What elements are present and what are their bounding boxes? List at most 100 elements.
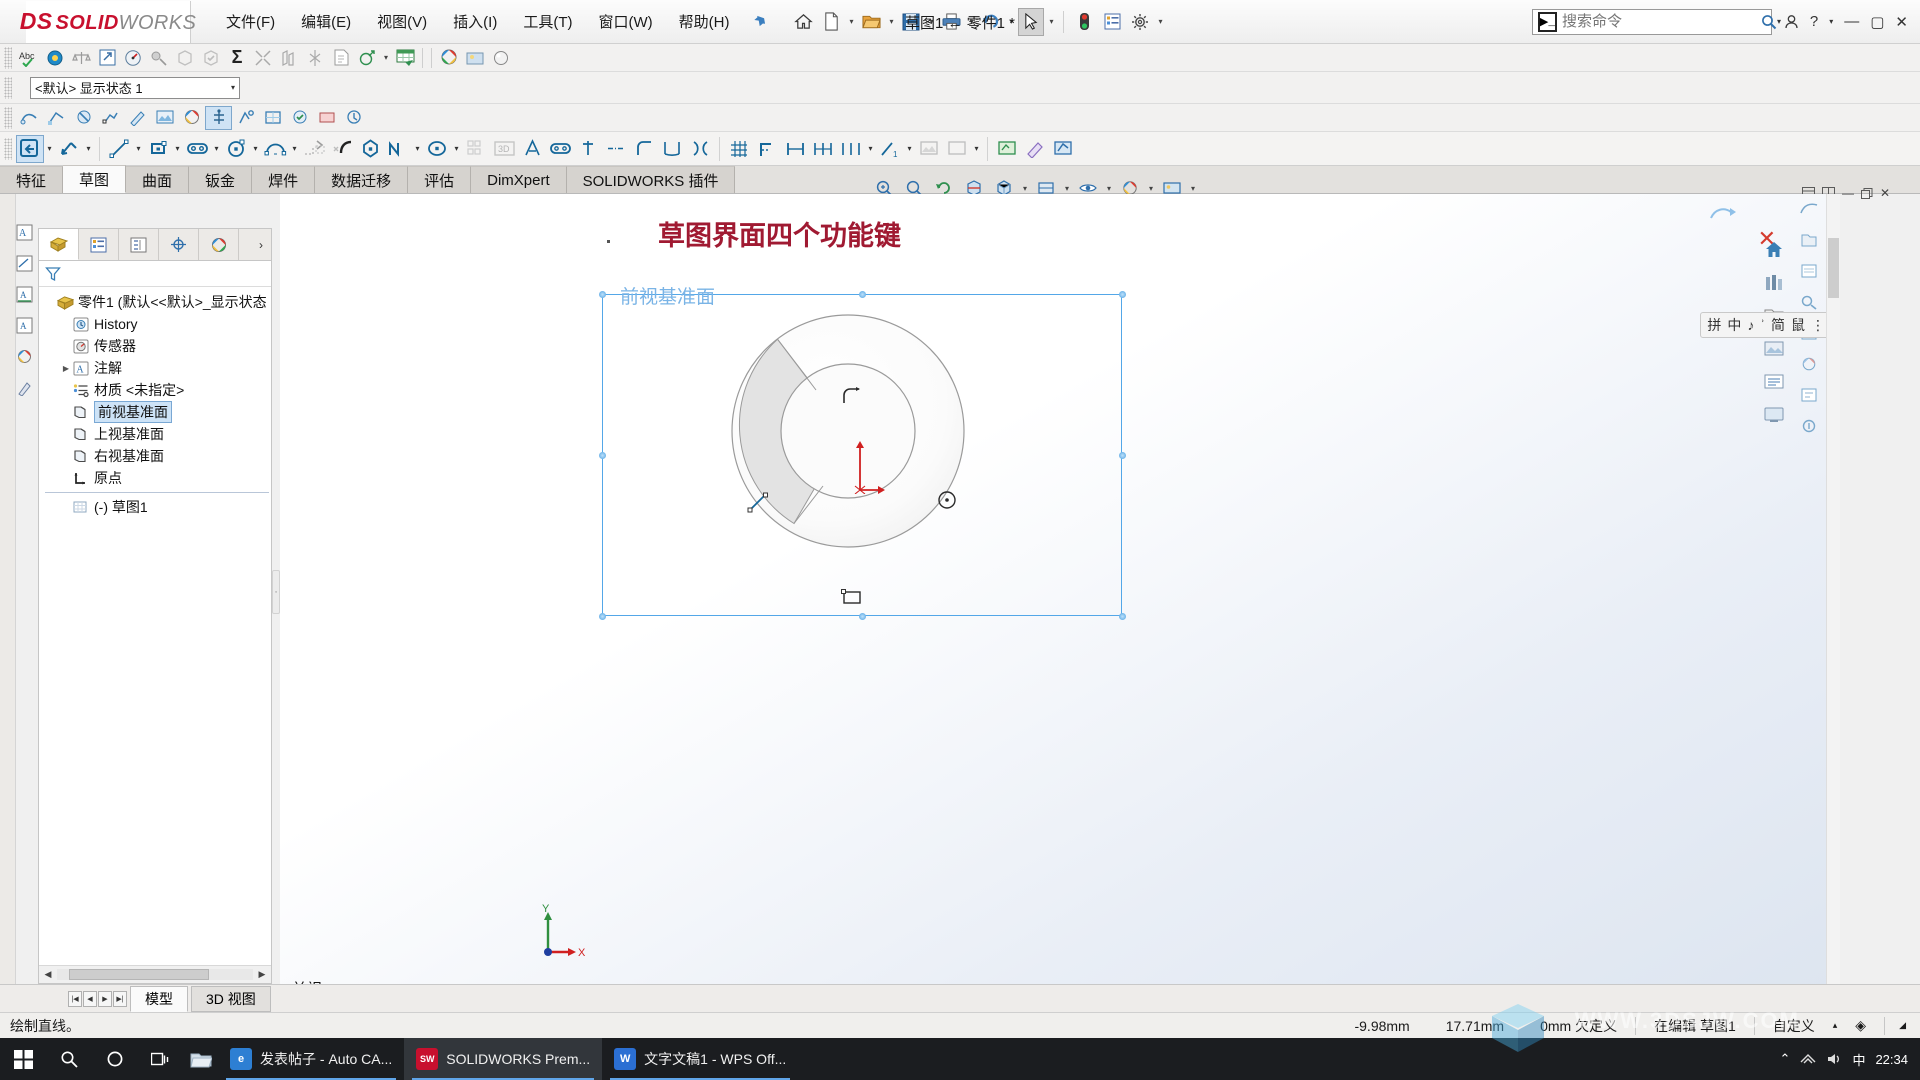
home-icon[interactable] xyxy=(790,8,816,36)
tab-features[interactable]: 特征 xyxy=(0,166,64,193)
pin-menu-icon[interactable] xyxy=(750,12,769,31)
undo-dropdown-icon[interactable]: ▾ xyxy=(1006,8,1016,36)
performance-evaluation-icon[interactable] xyxy=(354,46,380,70)
sketch-picture-tool-icon[interactable] xyxy=(915,135,943,163)
task-pane-search-icon[interactable] xyxy=(1798,291,1820,313)
tree-item-part[interactable]: 零件1 (默认<<默认>_显示状态 xyxy=(43,291,271,313)
first-tab-arrow[interactable]: |◀ xyxy=(68,990,82,1007)
repair-sketch-icon[interactable] xyxy=(837,135,865,163)
select-cursor-icon[interactable] xyxy=(1018,7,1045,36)
scene-icon[interactable] xyxy=(462,46,488,70)
save-dropdown-icon[interactable]: ▾ xyxy=(926,8,936,36)
spell-check-icon[interactable]: Abc xyxy=(16,46,42,70)
minimize-button[interactable]: — xyxy=(1840,11,1863,32)
convert-entities-icon[interactable] xyxy=(300,135,328,163)
text-strip-icon[interactable]: A xyxy=(14,315,34,335)
modify-sketch-icon[interactable] xyxy=(259,106,286,130)
feature-tree-horizontal-scrollbar[interactable]: ◀ ▶ xyxy=(39,965,271,983)
circle-dropdown-icon[interactable]: ▾ xyxy=(250,135,261,163)
prev-tab-arrow[interactable]: ◀ xyxy=(83,990,97,1007)
plane-handle-bottom-right[interactable] xyxy=(1118,612,1126,620)
configuration-manager-tab[interactable] xyxy=(119,229,159,260)
tree-rollback-bar[interactable] xyxy=(45,492,269,493)
tree-expander[interactable]: ▶ xyxy=(59,364,73,373)
search-dropdown-icon[interactable]: ▾ xyxy=(1777,17,1781,26)
sketch-ink-icon[interactable] xyxy=(1021,135,1049,163)
display-delete-relations-icon[interactable] xyxy=(809,135,837,163)
ime-floating-bar[interactable]: 拼 中 ♪ ʾ 简 鼠 ⋮ xyxy=(1700,312,1832,338)
document-minimize-button[interactable]: — xyxy=(1842,186,1854,200)
options-gear-icon[interactable] xyxy=(1127,8,1153,36)
tab-model[interactable]: 模型 xyxy=(130,985,188,1012)
sketch-fillet-icon[interactable] xyxy=(630,135,658,163)
select-dropdown-icon[interactable]: ▾ xyxy=(1046,8,1056,36)
display-grid-icon[interactable] xyxy=(205,105,232,130)
config-toolbar-grip[interactable] xyxy=(4,76,12,99)
tray-ime-icon[interactable]: 中 xyxy=(1852,1050,1865,1069)
open-document-dropdown-icon[interactable]: ▾ xyxy=(886,8,896,36)
file-properties-icon[interactable] xyxy=(1099,8,1125,36)
close-button[interactable]: ✕ xyxy=(1891,11,1912,33)
appearance-dropdown-icon[interactable]: ▾ xyxy=(1146,184,1156,193)
display-grid-toggle-icon[interactable] xyxy=(725,135,753,163)
ime-soft-keyboard-icon[interactable]: 鼠 xyxy=(1791,315,1805,335)
more-tabs-chevron-icon[interactable]: › xyxy=(251,229,271,260)
compare-documents-icon[interactable] xyxy=(68,46,94,70)
tray-volume-icon[interactable] xyxy=(1826,1052,1842,1066)
print-dropdown-icon[interactable]: ▾ xyxy=(966,8,976,36)
shaded-sketch-contours-toggle-icon[interactable] xyxy=(993,135,1021,163)
pillar-view-icon[interactable] xyxy=(1761,271,1787,295)
centerline-icon[interactable] xyxy=(602,135,630,163)
radial-icon-circle[interactable] xyxy=(935,488,959,512)
smart-dimension-dropdown-icon[interactable]: ▾ xyxy=(83,135,94,163)
graphics-area[interactable]: 草图界面四个功能键 前视基准面 Y X ✕ 拼 中 ♪ ʾ 简 鼠 ⋮ xyxy=(280,194,1840,984)
dimension-strip-icon[interactable] xyxy=(14,253,34,273)
instant3d-icon[interactable] xyxy=(43,106,70,130)
tab-surfaces[interactable]: 曲面 xyxy=(126,166,190,193)
plane-handle-mid-right[interactable] xyxy=(1118,451,1126,459)
menu-help[interactable]: 帮助(H) xyxy=(666,7,743,36)
arc-icon[interactable] xyxy=(261,135,289,163)
task-view-icon[interactable] xyxy=(138,1038,184,1080)
start-button-icon[interactable] xyxy=(0,1038,46,1080)
rapid-sketch-tool-icon[interactable] xyxy=(943,135,971,163)
toolbar-grip[interactable] xyxy=(4,46,12,69)
ime-tone-icon[interactable]: ♪ xyxy=(1747,317,1754,333)
taskbar-item-solidworks[interactable]: SW SOLIDWORKS Prem... xyxy=(404,1038,603,1080)
display-pane-strip-icon[interactable] xyxy=(14,377,34,397)
tree-item-sketch1[interactable]: (-) 草图1 xyxy=(43,496,271,518)
no-external-refs-icon[interactable] xyxy=(70,106,97,130)
tree-item-material[interactable]: 材质 <未指定> xyxy=(43,379,271,401)
status-customize[interactable]: 自定义 xyxy=(1755,1016,1833,1036)
taskbar-search-icon[interactable] xyxy=(46,1038,92,1080)
last-tab-arrow[interactable]: ▶| xyxy=(113,990,127,1007)
account-icon[interactable] xyxy=(1780,12,1803,31)
design-table-icon[interactable] xyxy=(392,46,418,70)
graphics-vertical-scrollbar[interactable] xyxy=(1826,194,1840,984)
radial-icon-sketch-fillet[interactable] xyxy=(840,384,864,408)
panel-splitter-handle[interactable]: ◦ xyxy=(272,570,280,614)
appearance-strip-icon[interactable] xyxy=(14,346,34,366)
tab-dimxpert[interactable]: DimXpert xyxy=(471,166,567,193)
mass-properties-icon[interactable] xyxy=(146,46,172,70)
task-pane-appearances-icon[interactable] xyxy=(1798,353,1820,375)
rectangle-dropdown-icon[interactable]: ▾ xyxy=(172,135,183,163)
document-close-button[interactable]: ✕ xyxy=(1880,186,1890,200)
scroll-left-arrow[interactable]: ◀ xyxy=(39,969,57,980)
feature-tree-filter[interactable] xyxy=(39,261,271,287)
status-overlay-icon[interactable]: ◈ xyxy=(1837,1017,1884,1034)
open-document-icon[interactable] xyxy=(858,8,884,36)
task-pane-pmi-icon[interactable] xyxy=(1798,415,1820,437)
appearance-icon[interactable] xyxy=(436,46,462,70)
plane-handle-top-right[interactable] xyxy=(1118,290,1126,298)
tree-item-top-plane[interactable]: 上视基准面 xyxy=(43,423,271,445)
display-state-dropdown-icon[interactable]: ▾ xyxy=(231,83,235,92)
tray-expand-chevron-icon[interactable]: ⌃ xyxy=(1780,1051,1791,1067)
home-view-icon[interactable] xyxy=(1761,238,1787,262)
ellipse-icon[interactable] xyxy=(423,135,451,163)
menu-file[interactable]: 文件(F) xyxy=(213,7,288,36)
options-dropdown-icon[interactable]: ▾ xyxy=(1155,8,1165,36)
ime-simplified-mode[interactable]: 简 xyxy=(1771,315,1785,335)
measure-icon[interactable] xyxy=(120,46,146,70)
scene-dropdown-icon[interactable]: ▾ xyxy=(1188,184,1198,193)
